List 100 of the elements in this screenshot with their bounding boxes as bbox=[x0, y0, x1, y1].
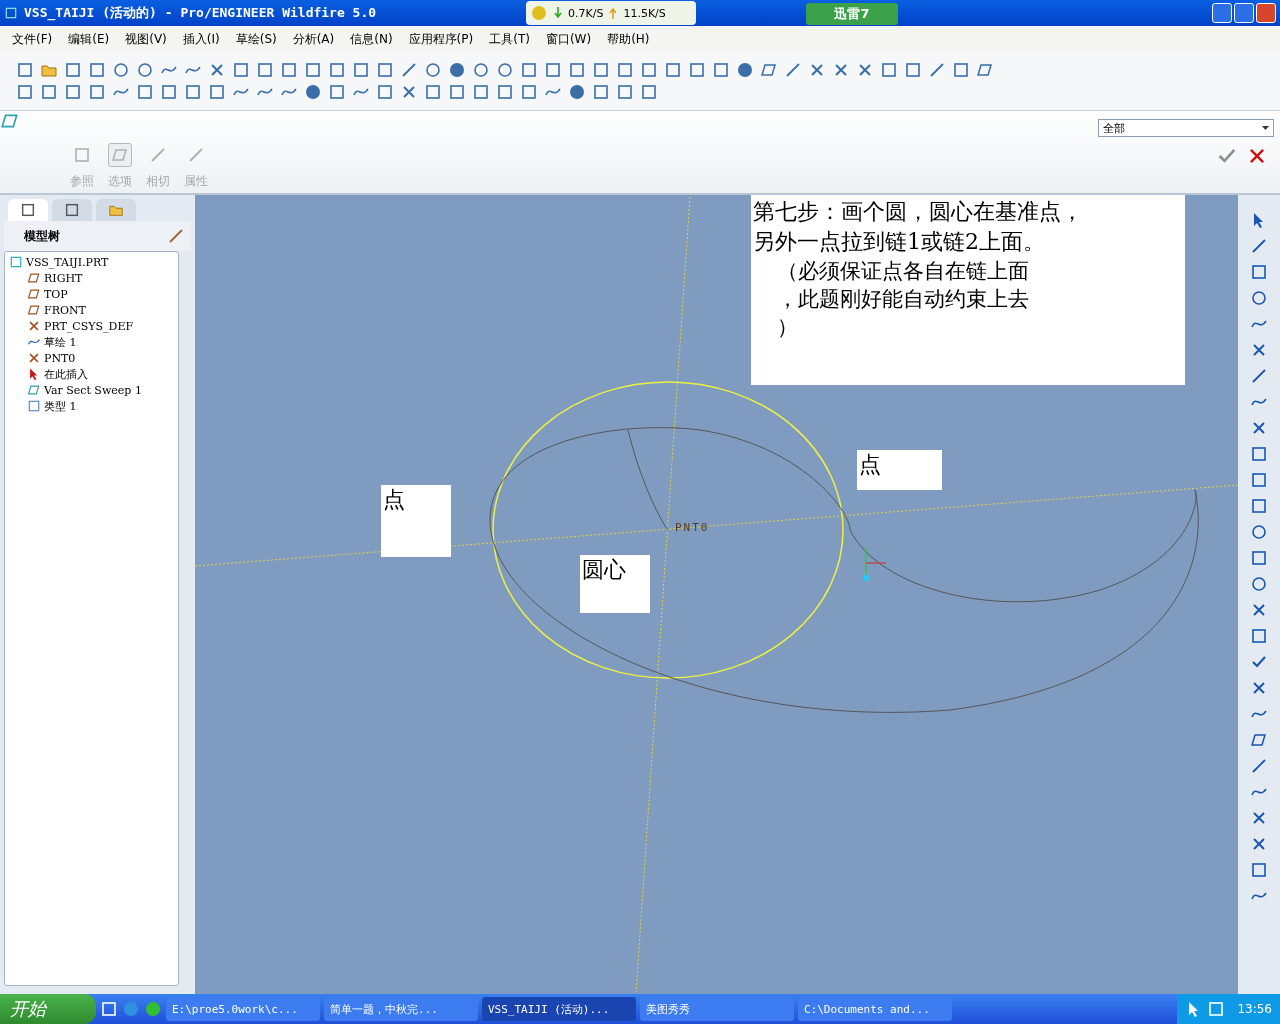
menu-item[interactable]: 工具(T) bbox=[481, 30, 538, 48]
square-icon[interactable] bbox=[88, 61, 106, 79]
line-icon[interactable] bbox=[1250, 757, 1268, 775]
circle-icon[interactable] bbox=[136, 61, 154, 79]
square-icon[interactable] bbox=[16, 83, 34, 101]
square-icon[interactable] bbox=[664, 61, 682, 79]
taskbar-item[interactable]: C:\Documents and... bbox=[798, 997, 952, 1021]
square-icon[interactable] bbox=[1250, 497, 1268, 515]
square-icon[interactable] bbox=[328, 61, 346, 79]
square-icon[interactable] bbox=[904, 61, 922, 79]
menu-item[interactable]: 帮助(H) bbox=[599, 30, 658, 48]
menu-item[interactable]: 视图(V) bbox=[117, 30, 175, 48]
square-icon[interactable] bbox=[16, 61, 34, 79]
maximize-button[interactable] bbox=[1234, 3, 1254, 23]
filter-dropdown[interactable]: 全部 bbox=[1098, 119, 1274, 137]
ball-icon[interactable] bbox=[448, 61, 466, 79]
square-icon[interactable] bbox=[592, 61, 610, 79]
square-icon[interactable] bbox=[472, 83, 490, 101]
square-icon[interactable] bbox=[520, 61, 538, 79]
menu-item[interactable]: 文件(F) bbox=[4, 30, 61, 48]
square-icon[interactable] bbox=[1250, 263, 1268, 281]
square-icon[interactable] bbox=[208, 83, 226, 101]
menu-item[interactable]: 编辑(E) bbox=[60, 30, 118, 48]
square-icon[interactable] bbox=[280, 61, 298, 79]
square-icon[interactable] bbox=[616, 83, 634, 101]
square-icon[interactable] bbox=[1250, 861, 1268, 879]
ball-icon[interactable] bbox=[568, 83, 586, 101]
square-icon[interactable] bbox=[448, 83, 466, 101]
square-icon[interactable] bbox=[136, 83, 154, 101]
menu-item[interactable]: 插入(I) bbox=[174, 30, 228, 48]
plane-icon[interactable] bbox=[1250, 731, 1268, 749]
close-button[interactable] bbox=[1256, 3, 1276, 23]
circle-icon[interactable] bbox=[1250, 575, 1268, 593]
square-icon[interactable] bbox=[496, 83, 514, 101]
circle-icon[interactable] bbox=[496, 61, 514, 79]
line-icon[interactable] bbox=[1250, 237, 1268, 255]
square-icon[interactable] bbox=[520, 83, 538, 101]
plane-icon[interactable] bbox=[760, 61, 778, 79]
circle-icon[interactable] bbox=[472, 61, 490, 79]
panel-tab[interactable] bbox=[8, 199, 48, 221]
square-icon[interactable] bbox=[1250, 627, 1268, 645]
menu-item[interactable]: 信息(N) bbox=[342, 30, 401, 48]
tree-item[interactable]: VSS_TAIJI.PRT bbox=[26, 255, 109, 269]
line-icon[interactable] bbox=[400, 61, 418, 79]
square-icon[interactable] bbox=[304, 61, 322, 79]
square-icon[interactable] bbox=[640, 61, 658, 79]
menu-item[interactable]: 窗口(W) bbox=[537, 30, 600, 48]
square-icon[interactable] bbox=[40, 83, 58, 101]
tree-item[interactable]: 类型 1 bbox=[44, 398, 77, 414]
tree-item[interactable]: PNT0 bbox=[44, 351, 76, 365]
square-icon[interactable] bbox=[952, 61, 970, 79]
square-icon[interactable] bbox=[376, 61, 394, 79]
ball-icon[interactable] bbox=[144, 1000, 162, 1018]
square-icon[interactable] bbox=[88, 83, 106, 101]
square-icon[interactable] bbox=[256, 61, 274, 79]
tree-item[interactable]: PRT_CSYS_DEF bbox=[44, 319, 134, 333]
taskbar-item[interactable]: VSS_TAIJI (活动)... bbox=[482, 997, 636, 1021]
square-icon[interactable] bbox=[352, 61, 370, 79]
tree-item[interactable]: TOP bbox=[44, 287, 68, 301]
menu-item[interactable]: 草绘(S) bbox=[227, 30, 285, 48]
tree-item[interactable]: FRONT bbox=[44, 303, 86, 317]
square-icon[interactable] bbox=[160, 83, 178, 101]
square-icon[interactable] bbox=[1250, 445, 1268, 463]
square-icon[interactable] bbox=[616, 61, 634, 79]
circle-icon[interactable] bbox=[424, 61, 442, 79]
panel-tab[interactable] bbox=[52, 199, 92, 221]
menu-item[interactable]: 应用程序(P) bbox=[400, 30, 482, 48]
tree-item[interactable]: RIGHT bbox=[44, 271, 83, 285]
square-icon[interactable] bbox=[64, 61, 82, 79]
menu-item[interactable]: 分析(A) bbox=[284, 30, 343, 48]
circle-icon[interactable] bbox=[1250, 289, 1268, 307]
taskbar-item[interactable]: E:\proe5.0work\c... bbox=[166, 997, 320, 1021]
sketch-canvas[interactable]: PNT0 第七步：画个圆，圆心在基准点， 另外一点拉到链1或链2上面。 （必须保证点各自在链上面 ，此题刚好能自动约束上去 ） 点 点 圆心 bbox=[195, 195, 1238, 994]
square-icon[interactable] bbox=[688, 61, 706, 79]
square-icon[interactable] bbox=[64, 83, 82, 101]
ball-icon[interactable] bbox=[304, 83, 322, 101]
square-icon[interactable] bbox=[376, 83, 394, 101]
ball-icon[interactable] bbox=[736, 61, 754, 79]
line-icon[interactable] bbox=[1250, 367, 1268, 385]
tree-item[interactable]: 草绘 1 bbox=[44, 334, 77, 350]
square-icon[interactable] bbox=[328, 83, 346, 101]
square-icon[interactable] bbox=[424, 83, 442, 101]
square-icon[interactable] bbox=[592, 83, 610, 101]
square-icon[interactable] bbox=[1250, 549, 1268, 567]
taskbar-item[interactable]: 简单一题，中秋完... bbox=[324, 997, 478, 1021]
taskbar-item[interactable]: 美图秀秀 bbox=[640, 997, 794, 1021]
square-icon[interactable] bbox=[232, 61, 250, 79]
line-icon[interactable] bbox=[784, 61, 802, 79]
square-icon[interactable] bbox=[568, 61, 586, 79]
circle-icon[interactable] bbox=[112, 61, 130, 79]
square-icon[interactable] bbox=[712, 61, 730, 79]
square-icon[interactable] bbox=[184, 83, 202, 101]
tree-item[interactable]: 在此插入 bbox=[44, 366, 88, 382]
square-icon[interactable] bbox=[544, 61, 562, 79]
plane-icon[interactable] bbox=[976, 61, 994, 79]
square-icon[interactable] bbox=[1250, 471, 1268, 489]
square-icon[interactable] bbox=[880, 61, 898, 79]
square-icon[interactable] bbox=[640, 83, 658, 101]
circle-icon[interactable] bbox=[1250, 523, 1268, 541]
line-icon[interactable] bbox=[928, 61, 946, 79]
